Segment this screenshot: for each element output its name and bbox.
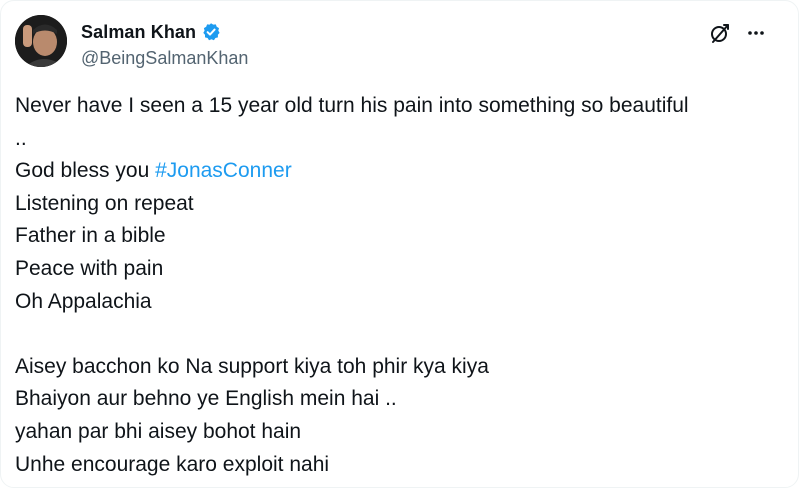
tweet-header: Salman Khan @BeingSalmanKhan [15,15,248,70]
tweet-line: Never have I seen a 15 year old turn his… [15,94,689,117]
tweet-line: Bhaiyon aur behno ye English mein hai .. [15,387,397,411]
author-identity: Salman Khan @BeingSalmanKhan [81,20,248,70]
tweet-actions [708,21,768,45]
tweet-line: Peace with pain [15,256,164,280]
tweet-line: .. [15,126,27,150]
verified-badge-icon [201,22,221,42]
tweet-line: God bless you #JonasConner [15,155,785,188]
tweet-line: yahan par bhi aisey bohot hain [15,419,302,443]
avatar-image [15,15,67,67]
tweet-line: Listening on repeat [15,191,194,215]
tweet-line: Oh Appalachia [15,289,152,313]
tweet-card: Salman Khan @BeingSalmanKhan Never have … [0,0,799,488]
author-handle[interactable]: @BeingSalmanKhan [81,46,248,70]
avatar[interactable] [15,15,67,67]
tweet-line: Father in a bible [15,224,166,248]
more-options-icon[interactable] [744,21,768,45]
hashtag-link[interactable]: #JonasConner [155,159,292,182]
tweet-line-text: God bless you [15,159,156,183]
tweet-text: Never have I seen a 15 year old turn his… [15,90,785,481]
grok-icon[interactable] [708,21,732,45]
author-name[interactable]: Salman Khan [81,20,196,44]
tweet-line: Aisey bacchon ko Na support kiya toh phi… [15,354,489,378]
tweet-line: Unhe encourage karo exploit nahi [15,452,330,476]
